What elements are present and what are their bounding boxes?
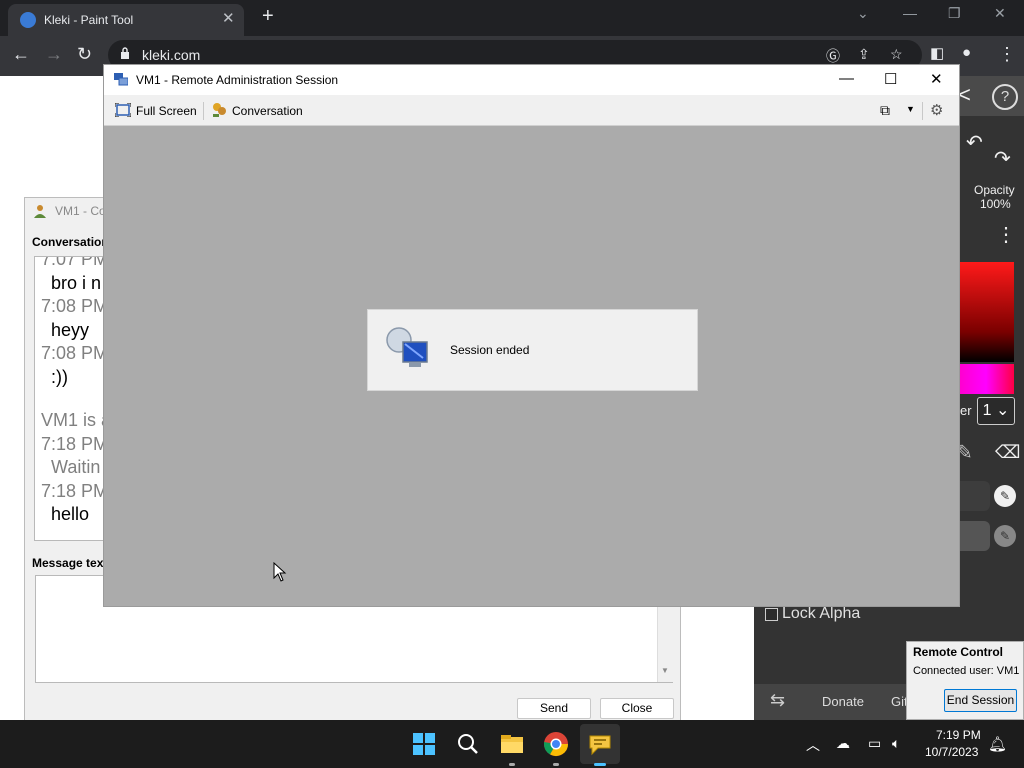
close-button[interactable]: Close [600, 698, 674, 719]
chat-message: :)) [51, 366, 68, 387]
end-session-button[interactable]: End Session [944, 689, 1017, 712]
layer-label: er [960, 403, 972, 418]
windows-taskbar: ︿ ☁ ▭ 🔈︎ 7:19 PM 10/7/2023 🔔︎ [0, 720, 1024, 768]
reload-icon[interactable]: ↻ [77, 44, 92, 65]
dropdown-arrow-icon[interactable]: ▼ [906, 104, 915, 114]
file-explorer-icon[interactable] [496, 728, 528, 760]
swap-icon[interactable]: ⇆ [770, 690, 785, 711]
toolbar-divider-2 [922, 102, 923, 120]
conversation-icon[interactable] [211, 102, 228, 118]
layer-select[interactable]: 1 ⌄ [977, 397, 1015, 425]
hue-slider[interactable] [958, 364, 1014, 394]
lock-alpha-checkbox[interactable] [765, 608, 778, 621]
scroll-down-icon[interactable]: ▼ [661, 666, 669, 675]
chat-timestamp: 7:18 PM [41, 480, 109, 501]
chat-timestamp: 7:08 PM [41, 296, 109, 316]
bookmark-star-icon[interactable]: ☆ [890, 46, 903, 63]
chat-timestamp: 7:08 PM [41, 343, 109, 363]
close-window-icon[interactable]: ✕ [994, 5, 1006, 22]
rs-maximize-icon[interactable]: ☐ [884, 70, 897, 88]
donate-link[interactable]: Donate [822, 694, 864, 709]
browser-tabstrip: Kleki - Paint Tool ✕ + ⌄ — ❐ ✕ [0, 0, 1024, 36]
toolbar-divider [203, 102, 204, 120]
session-ended-text: Session ended [450, 343, 530, 357]
tab-close-icon[interactable]: ✕ [222, 9, 235, 27]
mouse-cursor-icon [273, 562, 287, 582]
more-options-icon[interactable]: ⋮ [996, 222, 1016, 247]
tab-search-icon[interactable]: ⌄ [857, 5, 869, 22]
kleki-top-bar: < ? [958, 76, 1024, 116]
profile-icon[interactable]: ● [962, 44, 971, 61]
back-icon[interactable]: ← [12, 44, 30, 65]
remote-session-icon [114, 73, 128, 86]
url-text: kleki.com [142, 47, 201, 63]
share-icon[interactable]: ⇪ [858, 46, 870, 63]
menu-kebab-icon[interactable]: ⋮ [998, 44, 1016, 65]
search-icon[interactable] [452, 728, 484, 760]
kleki-favicon-icon [20, 12, 36, 28]
chat-message: heyy [51, 319, 90, 340]
settings-gear-icon[interactable]: ⚙ [930, 101, 943, 119]
volume-icon[interactable]: 🔈︎ [892, 735, 900, 752]
chat-message: bro i n [51, 272, 102, 293]
edit-slot-icon[interactable]: ✎ [994, 485, 1016, 507]
remote-session-window: VM1 - Remote Administration Session — ☐ … [103, 64, 960, 607]
opacity-label: Opacity [974, 183, 1015, 197]
chat-app-icon[interactable] [584, 728, 616, 760]
undo-icon[interactable]: ↶ [966, 130, 983, 155]
rs-close-icon[interactable]: ✕ [930, 70, 943, 88]
color-picker-field[interactable] [958, 262, 1014, 362]
eraser-icon[interactable]: ⌫ [995, 442, 1020, 463]
clock-date[interactable]: 10/7/2023 [925, 745, 978, 759]
lock-alpha-label: Lock Alpha [782, 605, 861, 622]
remote-control-panel: Remote Control Connected user: VM1 End S… [906, 641, 1024, 720]
chat-timestamp: 7:07 PM [41, 256, 109, 269]
clock-time[interactable]: 7:19 PM [936, 728, 981, 742]
remote-control-title: Remote Control [913, 645, 1003, 659]
browser-tab[interactable]: Kleki - Paint Tool ✕ [8, 4, 244, 36]
minimize-icon[interactable]: — [903, 5, 917, 21]
remote-session-toolbar: Full Screen Conversation ⧉ ▼ ⚙ [104, 95, 959, 126]
explorer-running-indicator [509, 763, 515, 766]
start-windows-icon[interactable] [408, 728, 440, 760]
remote-desktop-icon [386, 327, 428, 367]
rs-minimize-icon[interactable]: — [839, 70, 854, 87]
connected-user-text: Connected user: VM1 [913, 665, 1020, 677]
restore-icon[interactable]: ❐ [948, 5, 961, 22]
conversation-window-title: VM1 - Co [55, 204, 106, 218]
full-screen-button[interactable]: Full Screen [136, 104, 197, 118]
notification-bell-icon[interactable]: 🔔︎ [988, 735, 1007, 753]
edit-slot-2-icon[interactable]: ✎ [994, 525, 1016, 547]
remote-session-title: VM1 - Remote Administration Session [136, 73, 339, 87]
help-icon[interactable]: ? [992, 84, 1018, 110]
message-text-label: Message tex [32, 556, 104, 570]
side-panel-icon[interactable]: ◧ [930, 44, 944, 62]
send-button[interactable]: Send [517, 698, 591, 719]
session-ended-dialog: Session ended [367, 309, 698, 391]
new-tab-icon[interactable]: + [262, 5, 274, 28]
onedrive-icon[interactable]: ☁ [836, 735, 850, 752]
tab-title: Kleki - Paint Tool [44, 13, 134, 27]
opacity-value: 100% [980, 197, 1011, 211]
remote-session-titlebar[interactable]: VM1 - Remote Administration Session — ☐ … [104, 65, 959, 95]
lock-icon [121, 47, 129, 59]
full-screen-icon[interactable] [115, 103, 131, 117]
redo-icon[interactable]: ↷ [994, 146, 1011, 171]
chat-message: hello [51, 504, 90, 524]
network-icon[interactable]: ▭ [868, 735, 881, 752]
conversation-heading: Conversation [32, 235, 109, 249]
chat-timestamp: 7:18 PM [41, 433, 109, 454]
chrome-running-indicator [553, 763, 559, 766]
show-hidden-icons-chevron-icon[interactable]: ︿ [806, 735, 820, 755]
chat-timestamp: VM1 is a [41, 410, 112, 430]
conversation-button[interactable]: Conversation [232, 104, 303, 118]
display-select-icon[interactable]: ⧉ [880, 102, 890, 119]
user-icon [34, 205, 46, 218]
chrome-icon[interactable] [540, 728, 572, 760]
google-icon[interactable]: Ⓖ [826, 46, 840, 66]
chat-timestamp: Waitin [51, 457, 101, 477]
forward-icon[interactable]: → [45, 44, 63, 65]
chat-app-active-indicator [594, 763, 606, 766]
